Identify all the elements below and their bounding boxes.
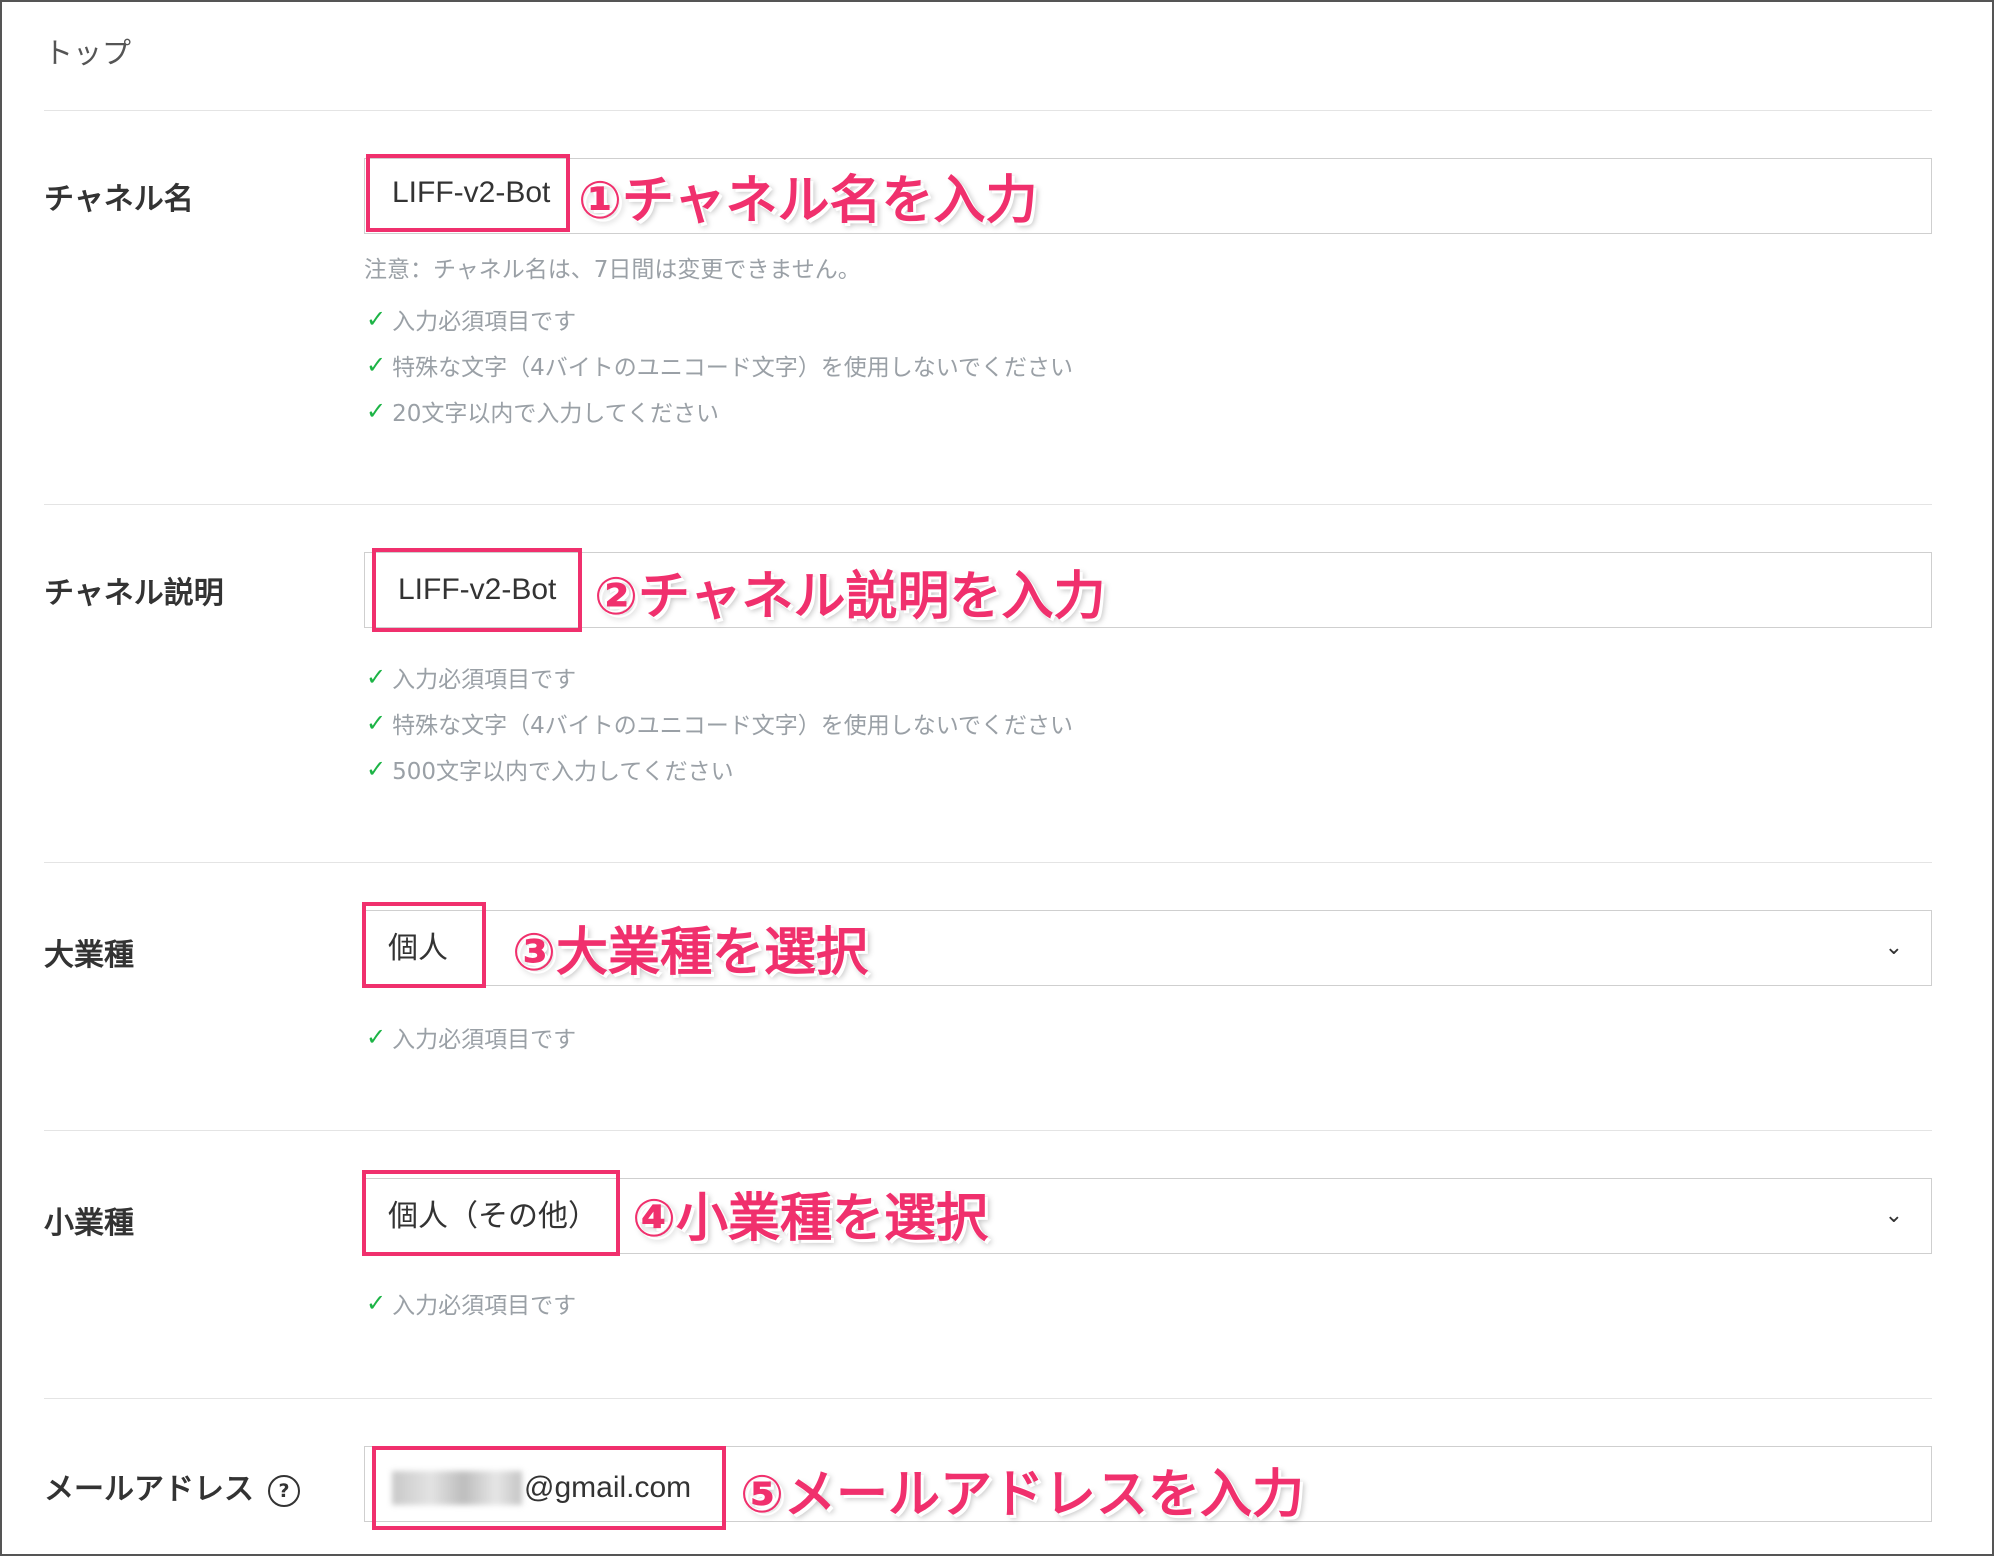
check-icon: ✓ xyxy=(366,663,387,691)
major-industry-label: 大業種 xyxy=(44,938,134,973)
check-icon: ✓ xyxy=(366,351,387,379)
chevron-down-icon[interactable]: ⌄ xyxy=(1885,1203,1903,1228)
minor-industry-check-1: ✓ 入力必須項目です xyxy=(366,1289,577,1319)
divider xyxy=(44,1398,1932,1399)
channel-desc-annotation: ②チャネル説明を入力 xyxy=(594,567,1106,627)
check-icon: ✓ xyxy=(366,755,387,783)
divider xyxy=(44,862,1932,863)
email-label: メールアドレス? xyxy=(44,1464,300,1508)
major-industry-check-1: ✓ 入力必須項目です xyxy=(366,1023,577,1053)
check-icon: ✓ xyxy=(366,1289,387,1317)
channel-desc-check-2: ✓ 特殊な文字（4バイトのユニコード文字）を使用しないでください xyxy=(366,709,1074,739)
check-icon: ✓ xyxy=(366,305,387,333)
channel-desc-check-3: ✓ 500文字以内で入力してください xyxy=(366,755,734,785)
channel-desc-value[interactable]: LIFF-v2-Bot xyxy=(372,548,582,632)
channel-desc-label: チャネル説明 xyxy=(44,576,224,611)
minor-industry-value[interactable]: 個人（その他） xyxy=(362,1170,620,1256)
email-value[interactable]: @gmail.com xyxy=(372,1446,726,1530)
check-icon: ✓ xyxy=(366,397,387,425)
divider xyxy=(44,504,1932,505)
email-annotation: ⑤メールアドレスを入力 xyxy=(740,1465,1305,1525)
channel-name-annotation: ①チャネル名を入力 xyxy=(578,171,1038,231)
minor-industry-annotation: ④小業種を選択 xyxy=(632,1189,989,1249)
divider xyxy=(44,110,1932,111)
channel-desc-check-1: ✓ 入力必須項目です xyxy=(366,663,577,693)
major-industry-value[interactable]: 個人 xyxy=(362,902,486,988)
check-icon: ✓ xyxy=(366,1023,387,1051)
divider xyxy=(44,1130,1932,1131)
blurred-username xyxy=(392,1471,522,1505)
channel-name-check-1: ✓ 入力必須項目です xyxy=(366,305,577,335)
minor-industry-label: 小業種 xyxy=(44,1206,134,1241)
check-icon: ✓ xyxy=(366,709,387,737)
channel-name-value[interactable]: LIFF-v2-Bot xyxy=(366,154,570,232)
breadcrumb[interactable]: トップ xyxy=(44,30,131,72)
major-industry-annotation: ③大業種を選択 xyxy=(512,923,869,983)
chevron-down-icon[interactable]: ⌄ xyxy=(1885,935,1903,960)
channel-name-check-3: ✓ 20文字以内で入力してください xyxy=(366,397,719,427)
channel-name-label: チャネル名 xyxy=(44,182,194,217)
question-circle-icon[interactable]: ? xyxy=(268,1474,300,1507)
channel-name-note: 注意：チャネル名は、7日間は変更できません。 xyxy=(364,257,861,283)
channel-name-check-2: ✓ 特殊な文字（4バイトのユニコード文字）を使用しないでください xyxy=(366,351,1074,381)
